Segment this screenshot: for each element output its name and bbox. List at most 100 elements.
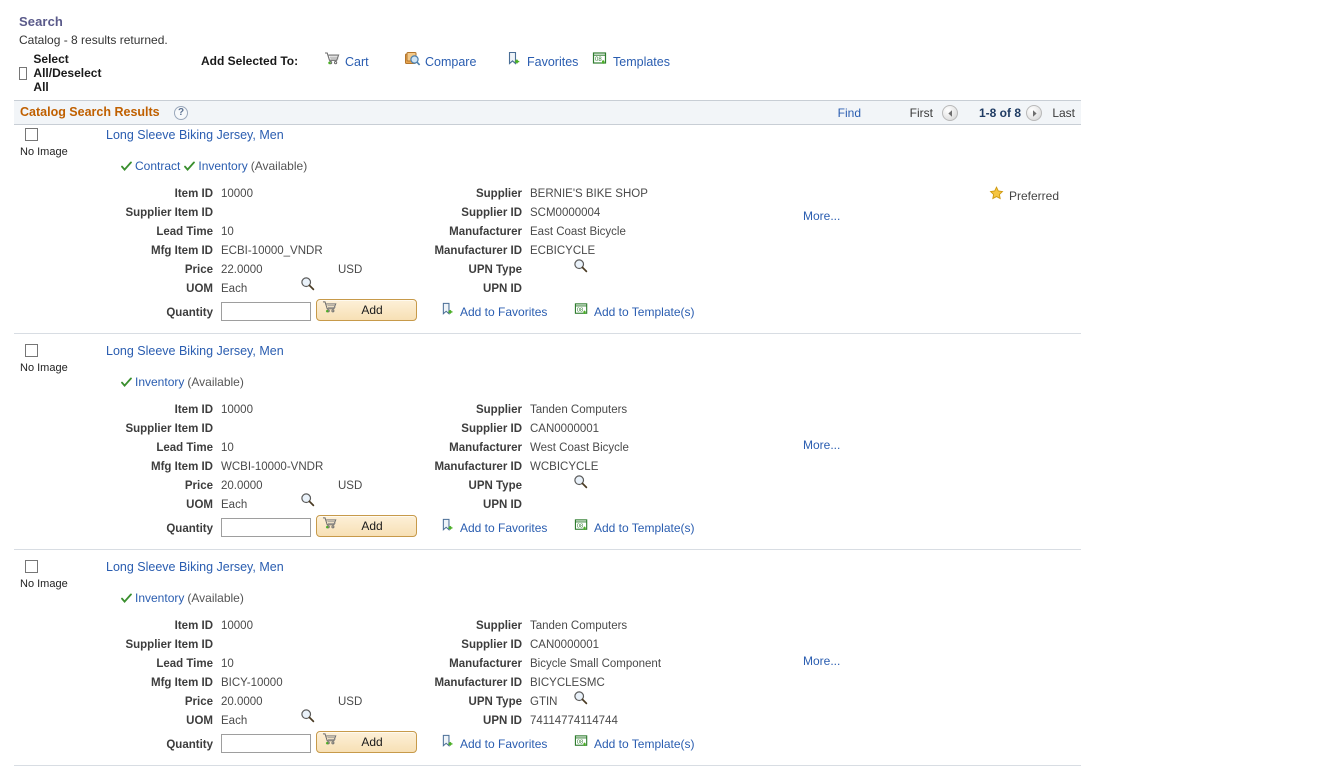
quantity-label: Quantity xyxy=(166,739,213,751)
svg-text:08: 08 xyxy=(577,739,583,745)
row-separator xyxy=(14,549,1081,550)
add-to-templates-link[interactable]: 08Add to Template(s) xyxy=(574,302,695,322)
uom-lookup-icon[interactable] xyxy=(300,708,315,728)
add-button[interactable]: Add xyxy=(316,515,417,537)
manufacturer-id-value: BICYCLESMC xyxy=(530,677,605,689)
add-selected-to-label: Add Selected To: xyxy=(201,54,298,68)
add-button[interactable]: Add xyxy=(316,299,417,321)
status-flag-link[interactable]: Contract xyxy=(135,159,180,173)
next-arrow-icon[interactable] xyxy=(1026,105,1042,121)
status-flag-link[interactable]: Inventory xyxy=(135,375,184,389)
supplier-id-value: SCM0000004 xyxy=(530,207,600,219)
supplier-value: Tanden Computers xyxy=(530,620,627,632)
select-all-group[interactable]: Select All/Deselect All xyxy=(19,52,106,94)
lead-time-value: 10 xyxy=(221,658,234,670)
add-to-favorites-link[interactable]: Add to Favorites xyxy=(441,734,547,754)
previous-arrow-icon[interactable] xyxy=(942,105,958,121)
manufacturer-label: Manufacturer xyxy=(449,442,522,454)
no-image-placeholder: No Image xyxy=(20,146,68,158)
lead-time-value: 10 xyxy=(221,226,234,238)
quantity-input[interactable] xyxy=(221,302,311,321)
more-link[interactable]: More... xyxy=(803,209,840,223)
more-link[interactable]: More... xyxy=(803,438,840,452)
status-flag-link[interactable]: Inventory xyxy=(198,159,247,173)
last-link[interactable]: Last xyxy=(1052,106,1075,120)
item-id-value: 10000 xyxy=(221,188,253,200)
add-button[interactable]: Add xyxy=(316,731,417,753)
price-label: Price xyxy=(185,480,213,492)
supplier-id-label: Supplier ID xyxy=(461,207,522,219)
item-status-flags: Inventory(Available) xyxy=(121,591,244,605)
add-to-templates-link[interactable]: 08Add to Template(s) xyxy=(574,734,695,754)
upn-type-label: UPN Type xyxy=(469,264,522,276)
no-image-placeholder: No Image xyxy=(20,362,68,374)
add-to-favorites-action[interactable]: Favorites xyxy=(507,51,578,72)
manufacturer-id-value: ECBICYCLE xyxy=(530,245,595,257)
manufacturer-id-label: Manufacturer ID xyxy=(434,461,522,473)
templates-icon: 08 xyxy=(574,302,590,322)
upn-type-lookup-icon[interactable] xyxy=(573,690,588,710)
manufacturer-id-label: Manufacturer ID xyxy=(434,677,522,689)
status-flag[interactable]: Inventory(Available) xyxy=(184,159,307,173)
status-flag-link[interactable]: Inventory xyxy=(135,591,184,605)
upn-id-label: UPN ID xyxy=(483,715,522,727)
uom-label: UOM xyxy=(186,499,213,511)
row-select-checkbox[interactable] xyxy=(25,560,38,573)
results-summary: Catalog - 8 results returned. xyxy=(19,33,168,47)
add-to-favorites-label: Add to Favorites xyxy=(460,305,547,319)
select-all-checkbox[interactable] xyxy=(19,67,27,80)
catalog-search-results-header: Catalog Search Results ? Find First 1-8 … xyxy=(14,100,1081,125)
add-to-templates-link[interactable]: 08Add to Template(s) xyxy=(574,518,695,538)
status-flag-note: (Available) xyxy=(187,375,243,389)
check-icon xyxy=(184,161,195,172)
row-separator xyxy=(14,765,1081,766)
currency-code: USD xyxy=(338,480,362,492)
manufacturer-value: West Coast Bicycle xyxy=(530,442,629,454)
uom-value: Each xyxy=(221,715,247,727)
add-to-favorites-link[interactable]: Add to Favorites xyxy=(441,518,547,538)
status-flag[interactable]: Inventory(Available) xyxy=(121,375,244,389)
find-link[interactable]: Find xyxy=(838,106,861,120)
star-icon xyxy=(989,186,1004,206)
price-label: Price xyxy=(185,696,213,708)
status-flag[interactable]: Inventory(Available) xyxy=(121,591,244,605)
help-icon[interactable]: ? xyxy=(174,106,188,120)
supplier-item-id-label: Supplier Item ID xyxy=(125,207,213,219)
quantity-input[interactable] xyxy=(221,734,311,753)
upn-id-value: 74114774114744 xyxy=(530,715,618,727)
add-to-favorites-link[interactable]: Add to Favorites xyxy=(441,302,547,322)
upn-type-lookup-icon[interactable] xyxy=(573,258,588,278)
add-to-templates-action[interactable]: 08 Templates xyxy=(592,51,670,72)
row-select-checkbox[interactable] xyxy=(25,128,38,141)
row-select-checkbox[interactable] xyxy=(25,344,38,357)
item-id-label: Item ID xyxy=(175,404,213,416)
add-to-compare-action[interactable]: Compare xyxy=(404,51,476,72)
mfg-item-id-value: WCBI-10000-VNDR xyxy=(221,461,323,473)
first-link[interactable]: First xyxy=(910,106,933,120)
row-separator xyxy=(14,333,1081,334)
manufacturer-id-label: Manufacturer ID xyxy=(434,245,522,257)
price-label: Price xyxy=(185,264,213,276)
svg-text:08: 08 xyxy=(595,57,602,63)
uom-lookup-icon[interactable] xyxy=(300,276,315,296)
uom-lookup-icon[interactable] xyxy=(300,492,315,512)
upn-type-lookup-icon[interactable] xyxy=(573,474,588,494)
pagination-count: 1-8 of 8 xyxy=(979,106,1021,120)
more-link[interactable]: More... xyxy=(803,654,840,668)
status-flag-note: (Available) xyxy=(187,591,243,605)
item-title-link[interactable]: Long Sleeve Biking Jersey, Men xyxy=(106,560,284,574)
status-flag[interactable]: Contract xyxy=(121,159,180,173)
item-title-link[interactable]: Long Sleeve Biking Jersey, Men xyxy=(106,128,284,142)
currency-code: USD xyxy=(338,696,362,708)
lead-time-label: Lead Time xyxy=(156,442,213,454)
upn-type-value: GTIN xyxy=(530,696,557,708)
add-button-label: Add xyxy=(338,303,416,317)
mfg-item-id-label: Mfg Item ID xyxy=(151,677,213,689)
item-id-label: Item ID xyxy=(175,188,213,200)
item-title-link[interactable]: Long Sleeve Biking Jersey, Men xyxy=(106,344,284,358)
add-to-cart-action[interactable]: Cart xyxy=(324,51,369,72)
templates-icon: 08 xyxy=(574,518,590,538)
quantity-input[interactable] xyxy=(221,518,311,537)
cart-action-label: Cart xyxy=(345,55,369,69)
item-id-value: 10000 xyxy=(221,620,253,632)
